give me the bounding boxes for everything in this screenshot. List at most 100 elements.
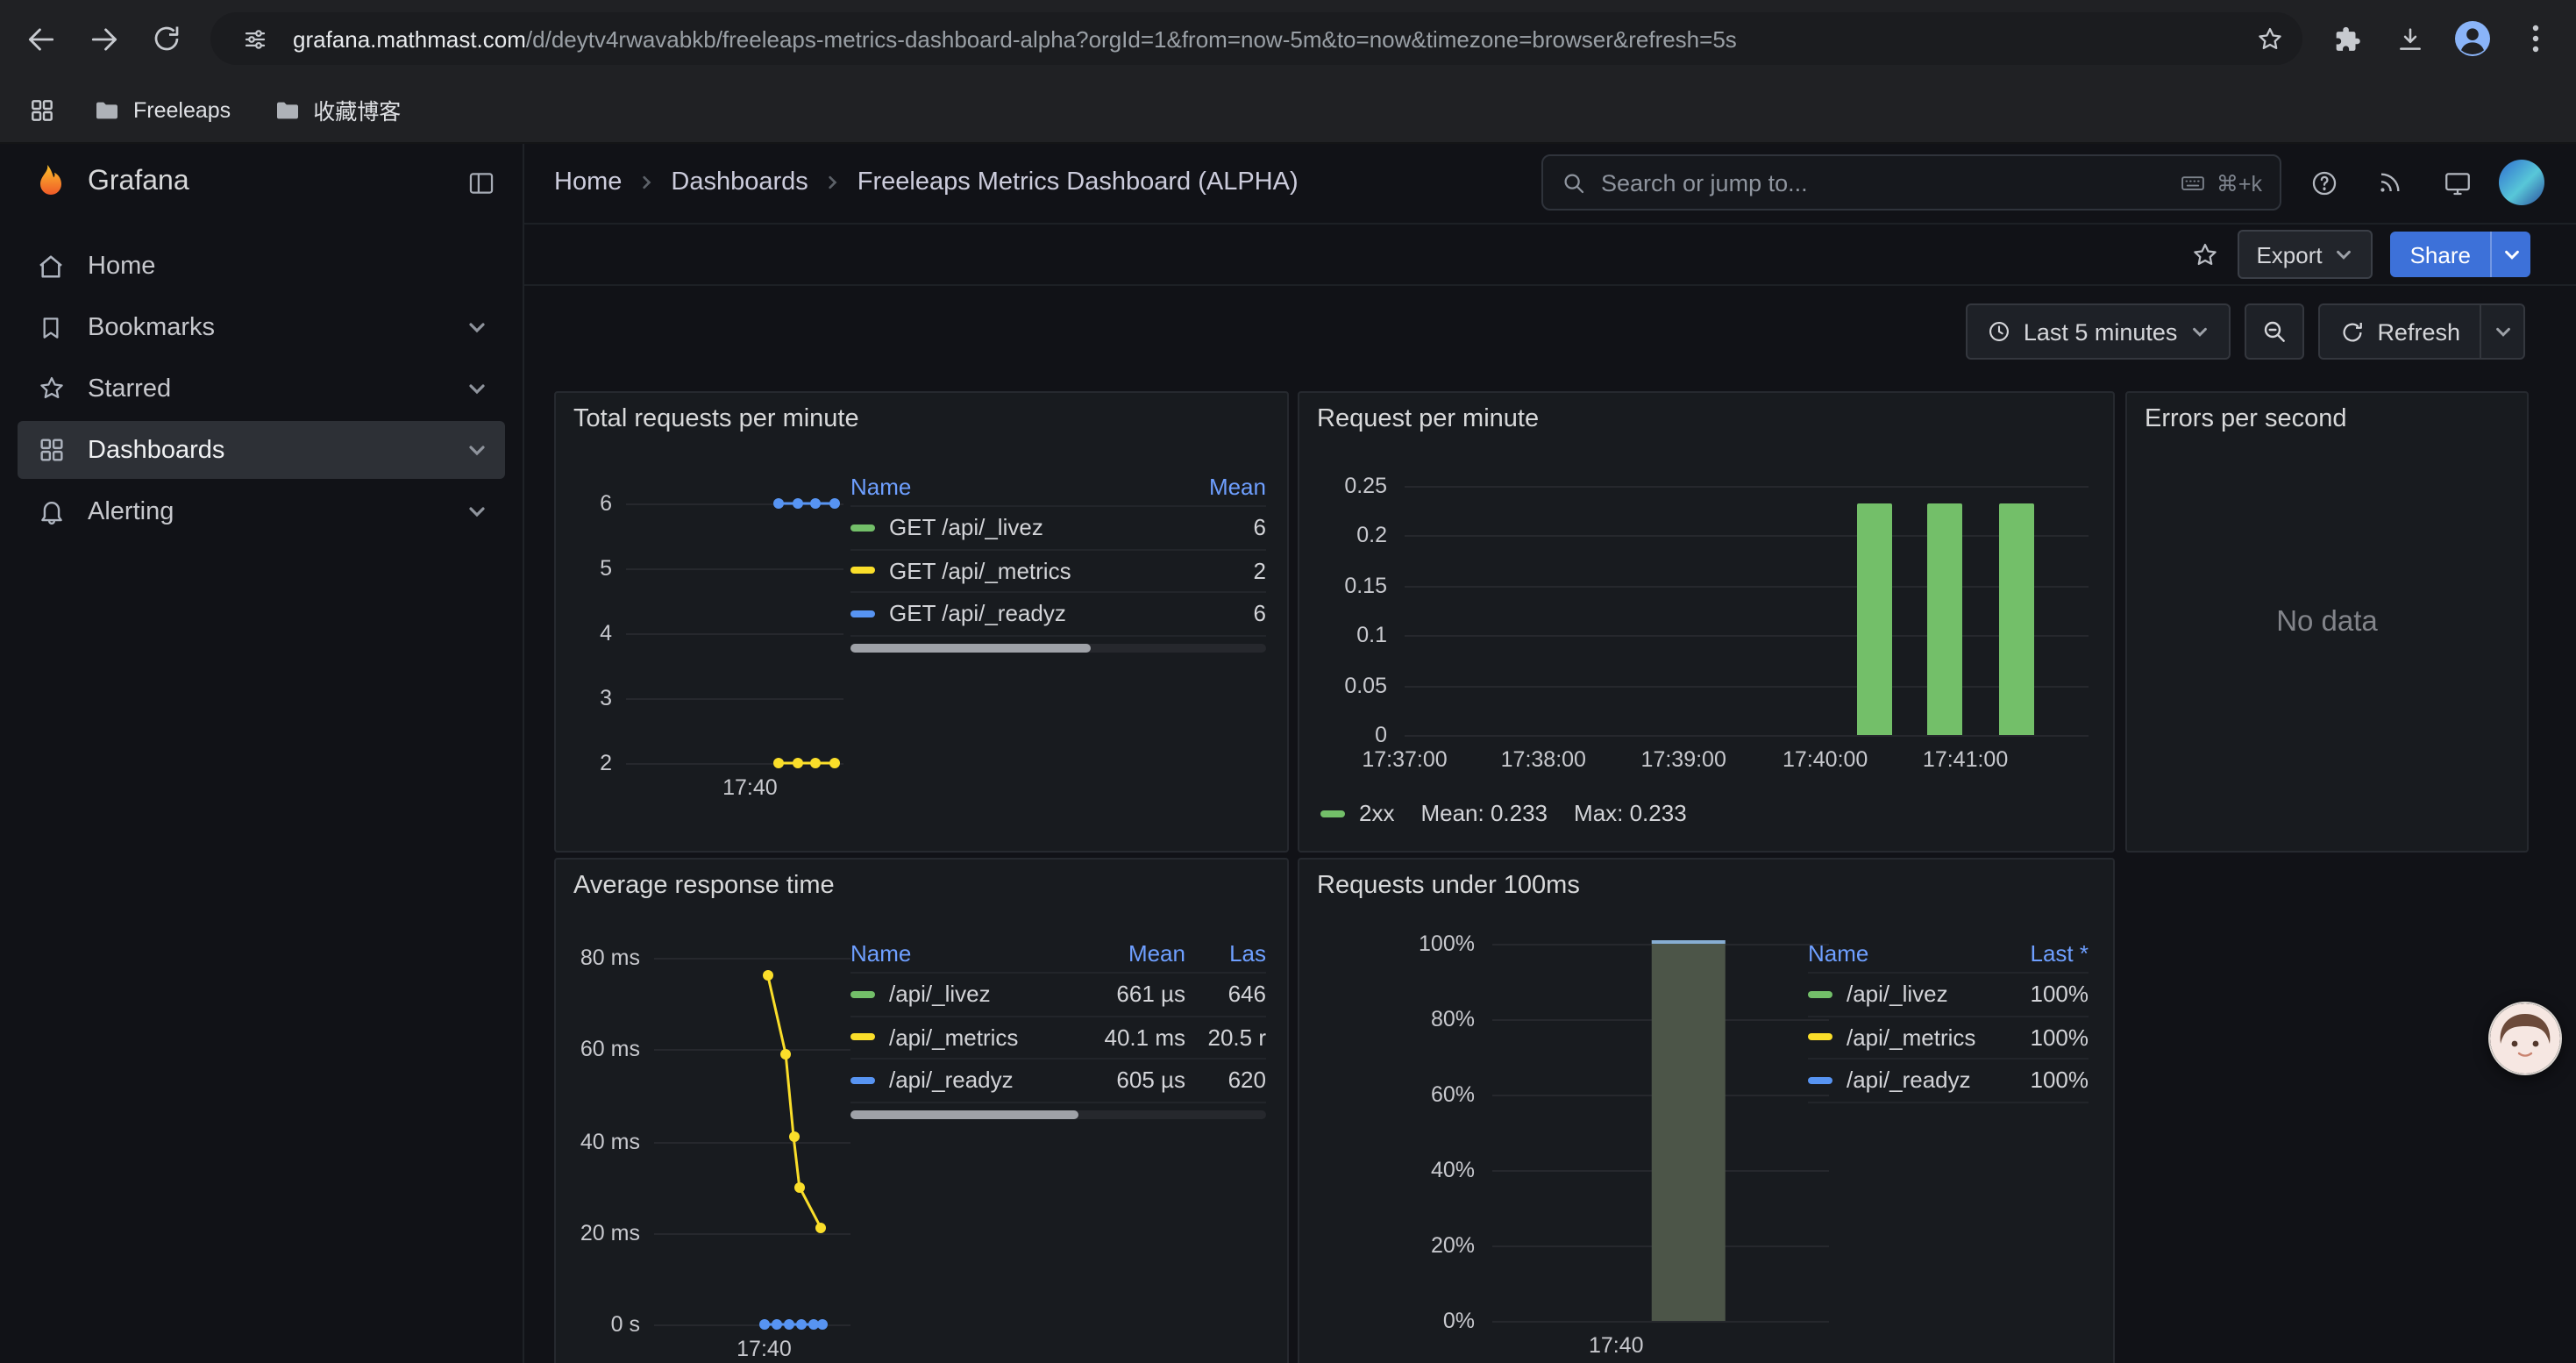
export-button[interactable]: Export — [2237, 230, 2373, 279]
panel-title[interactable]: Requests under 100ms — [1317, 872, 1580, 900]
panel-total-requests-per-minute: Total requests per minute 6 5 4 3 2 17:4… — [554, 391, 1289, 853]
bookmark-star-icon[interactable] — [2246, 16, 2292, 61]
share-button[interactable]: Share — [2391, 232, 2530, 277]
time-range-label: Last 5 minutes — [2024, 318, 2178, 345]
forward-button[interactable] — [74, 9, 133, 68]
legend-header-mean[interactable]: Mean — [1178, 473, 1266, 499]
breadcrumb-home[interactable]: Home — [554, 168, 622, 196]
news-rss-icon[interactable] — [2366, 158, 2415, 207]
sidebar-item-label: Dashboards — [88, 436, 224, 464]
breadcrumb-current: Freeleaps Metrics Dashboard (ALPHA) — [857, 168, 1299, 196]
series-mean: 6 — [1178, 601, 1266, 627]
chevron-right-icon — [637, 174, 655, 191]
legend-row[interactable]: GET /api/_readyz 6 — [850, 593, 1266, 636]
site-settings-icon[interactable] — [231, 16, 277, 61]
series-name: /api/_readyz — [889, 1067, 1014, 1094]
legend-header-last[interactable]: Las — [1185, 939, 1266, 966]
export-label: Export — [2256, 241, 2322, 268]
legend-header-last[interactable]: Last * — [2001, 939, 2089, 966]
bookmark-item-freeleaps[interactable]: Freeleaps — [77, 89, 246, 131]
url-bar[interactable]: grafana.mathmast.com/d/deytv4rwavabkb/fr… — [210, 12, 2302, 65]
panel-title[interactable]: Total requests per minute — [573, 405, 859, 433]
legend-scrollbar[interactable] — [850, 643, 1266, 652]
legend-header-mean[interactable]: Mean — [1073, 939, 1185, 966]
legend-row[interactable]: /api/_metrics 40.1 ms 20.5 r — [850, 1017, 1266, 1060]
legend-row[interactable]: /api/_readyz 605 µs 620 — [850, 1060, 1266, 1103]
legend-series[interactable]: 2xx — [1320, 800, 1394, 826]
profile-avatar[interactable] — [2443, 9, 2502, 68]
chevron-down-icon[interactable] — [466, 439, 487, 460]
panel-request-per-minute: Request per minute 0.25 0.2 0.15 0.1 0.0… — [1298, 391, 2115, 853]
legend-scrollbar[interactable] — [850, 1110, 1266, 1118]
search-input[interactable]: Search or jump to... ⌘+k — [1541, 154, 2281, 211]
no-data-message: No data — [2127, 605, 2527, 639]
time-range-picker[interactable]: Last 5 minutes — [1966, 303, 2231, 360]
legend-header-row: Name Mean Las — [850, 933, 1266, 974]
collapse-sidebar-icon[interactable] — [466, 168, 496, 197]
legend-row[interactable]: /api/_metrics 100% — [1808, 1017, 2089, 1060]
legend-row[interactable]: /api/_readyz 100% — [1808, 1060, 2089, 1103]
panel-title[interactable]: Errors per second — [2145, 405, 2347, 433]
chevron-down-icon[interactable] — [466, 378, 487, 399]
reload-button[interactable] — [137, 9, 196, 68]
sidebar: Grafana Home Bookmarks Starred — [0, 142, 524, 1363]
downloads-icon[interactable] — [2380, 9, 2439, 68]
data-point — [788, 1131, 799, 1142]
percent-bar — [1652, 940, 1726, 1321]
series-name: GET /api/_metrics — [889, 558, 1071, 584]
series-color-dash — [1808, 1077, 1832, 1084]
x-tick: 17:37:00 — [1362, 747, 1447, 772]
grafana-logo — [26, 161, 68, 203]
zoom-out-icon — [2259, 318, 2288, 346]
sidebar-item-home[interactable]: Home — [18, 237, 505, 295]
legend-row[interactable]: /api/_livez 661 µs 646 — [850, 974, 1266, 1017]
series-last: 100% — [2001, 981, 2089, 1008]
legend-header-name[interactable]: Name — [850, 939, 1073, 966]
sidebar-item-alerting[interactable]: Alerting — [18, 482, 505, 540]
bookmark-item-blog[interactable]: 收藏博客 — [257, 86, 416, 133]
legend-header-name[interactable]: Name — [1808, 939, 2001, 966]
chevron-down-icon[interactable] — [466, 501, 487, 522]
legend-row[interactable]: GET /api/_livez 6 — [850, 507, 1266, 550]
help-icon[interactable] — [2299, 158, 2348, 207]
search-placeholder: Search or jump to... — [1601, 169, 1808, 196]
scrollbar-thumb[interactable] — [850, 1110, 1079, 1118]
monitor-icon[interactable] — [2432, 158, 2481, 207]
user-avatar[interactable] — [2499, 160, 2544, 205]
floating-assistant-avatar[interactable] — [2488, 1002, 2562, 1075]
sidebar-item-starred[interactable]: Starred — [18, 360, 505, 417]
screen: grafana.mathmast.com/d/deytv4rwavabkb/fr… — [0, 0, 2576, 1363]
browser-toolbar: grafana.mathmast.com/d/deytv4rwavabkb/fr… — [0, 0, 2576, 77]
back-button[interactable] — [11, 9, 70, 68]
chevron-down-icon[interactable] — [466, 317, 487, 338]
share-menu-caret[interactable] — [2490, 232, 2530, 277]
extensions-icon[interactable] — [2316, 9, 2376, 68]
legend-header-name[interactable]: Name — [850, 473, 1178, 499]
legend-row[interactable]: /api/_livez 100% — [1808, 974, 2089, 1017]
series-mean: 40.1 ms — [1073, 1024, 1185, 1051]
browser-menu-icon[interactable] — [2506, 9, 2565, 68]
favorite-star-icon[interactable] — [2189, 239, 2219, 269]
apps-grid-icon[interactable] — [18, 85, 67, 134]
panel-title[interactable]: Average response time — [573, 872, 835, 900]
panel-title[interactable]: Request per minute — [1317, 405, 1539, 433]
panel-requests-under-100ms: Requests under 100ms 100% 80% 60% 40% 20… — [1298, 858, 2115, 1363]
chevron-down-icon — [2493, 322, 2512, 341]
legend-table: Name Mean GET /api/_livez 6 GET /api/_me… — [850, 467, 1266, 652]
clock-icon — [1987, 319, 2011, 344]
series-name: GET /api/_readyz — [889, 601, 1066, 627]
scrollbar-thumb[interactable] — [850, 643, 1092, 652]
legend-row[interactable]: GET /api/_metrics 2 — [850, 550, 1266, 593]
sidebar-item-dashboards[interactable]: Dashboards — [18, 421, 505, 479]
refresh-interval-caret[interactable] — [2480, 303, 2525, 360]
refresh-label: Refresh — [2377, 318, 2460, 345]
zoom-out-button[interactable] — [2244, 303, 2303, 360]
refresh-button[interactable]: Refresh — [2317, 303, 2480, 360]
x-tick: 17:40 — [737, 1337, 792, 1361]
series-color-dash — [1320, 810, 1345, 817]
sidebar-item-bookmarks[interactable]: Bookmarks — [18, 298, 505, 356]
breadcrumb-dashboards[interactable]: Dashboards — [671, 168, 808, 196]
series-last: 20.5 r — [1185, 1024, 1266, 1051]
x-tick: 17:39:00 — [1641, 747, 1726, 772]
data-point — [808, 1319, 818, 1330]
